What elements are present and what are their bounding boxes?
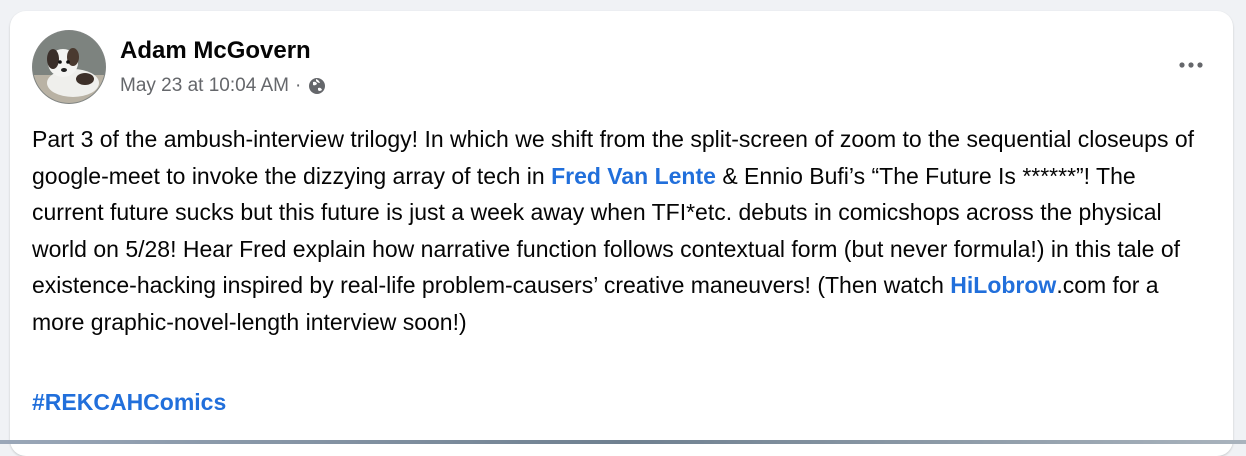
globe-icon[interactable] [307, 76, 327, 96]
post-text: Part 3 of the ambush-interview trilogy! … [32, 121, 1212, 340]
mention-link-fred-van-lente[interactable]: Fred Van Lente [551, 163, 716, 189]
dog-avatar-image [33, 31, 105, 103]
avatar[interactable] [32, 30, 106, 104]
hashtag-link[interactable]: #REKCAHComics [32, 387, 226, 417]
mention-link-hilobrow[interactable]: HiLobrow [950, 272, 1056, 298]
more-options-button[interactable] [1171, 51, 1211, 79]
post-timestamp[interactable]: May 23 at 10:04 AM [120, 75, 289, 97]
attached-media-edge [0, 440, 1246, 444]
more-options-icon [1179, 62, 1203, 68]
post-meta: May 23 at 10:04 AM · [120, 75, 327, 97]
meta-separator: · [295, 75, 302, 96]
post-card: Adam McGovern May 23 at 10:04 AM · Part … [10, 11, 1233, 456]
author-name[interactable]: Adam McGovern [120, 37, 311, 65]
